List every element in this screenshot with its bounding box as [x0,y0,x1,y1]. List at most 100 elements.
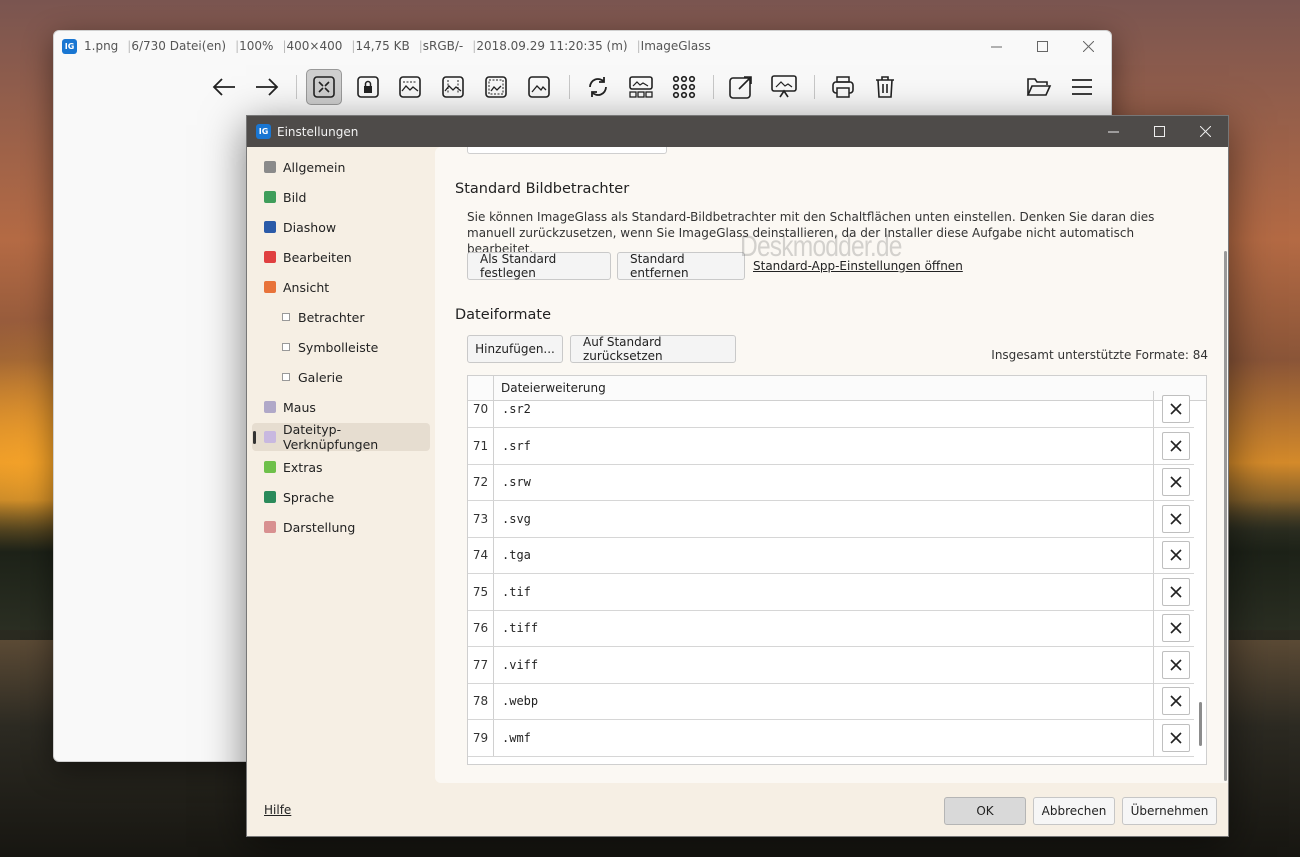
extension-cell[interactable]: .wmf [494,719,1154,756]
sidebar-item[interactable]: Betrachter [252,303,430,331]
lock-zoom-icon [357,76,379,98]
extension-cell[interactable]: .tga [494,537,1154,573]
remove-extension-button[interactable] [1162,723,1190,752]
palette-icon [264,521,276,533]
sidebar-item[interactable]: Maus [252,393,430,421]
remove-extension-button[interactable] [1162,650,1190,679]
row-number: 76 [468,610,494,646]
close-icon [1170,695,1182,707]
lock-zoom-button[interactable] [350,69,386,105]
print-button[interactable] [825,69,861,105]
table-row[interactable]: 73 .svg [468,500,1196,538]
globe-icon [264,491,276,503]
rotate-button[interactable] [580,69,616,105]
sidebar-item[interactable]: Allgemein [252,153,430,181]
set-default-button[interactable]: Als Standard festlegen [467,252,611,280]
table-row[interactable]: 74 .tga [468,537,1196,574]
app-name: ImageGlass [640,39,711,53]
sidebar-item-label: Sprache [283,489,335,505]
add-format-button[interactable]: Hinzufügen... [467,335,563,363]
settings-close-button[interactable] [1182,116,1228,147]
sidebar-item[interactable]: Darstellung [252,513,430,541]
sidebar-item[interactable]: Diashow [252,213,430,241]
extension-cell[interactable]: .viff [494,646,1154,683]
previous-image-button[interactable] [206,69,242,105]
ok-button[interactable]: OK [944,797,1026,825]
image-dimensions: 400×400 [286,39,343,53]
extension-cell[interactable]: .tiff [494,610,1154,646]
main-toolbar [54,67,1111,107]
remove-extension-button[interactable] [1162,468,1190,496]
file-name: 1.png [84,39,119,53]
table-row[interactable]: 72 .srw [468,464,1196,501]
sidebar-item[interactable]: Sprache [252,483,430,511]
table-scrollbar[interactable] [1194,401,1206,764]
close-icon [1170,622,1182,634]
sidebar-item[interactable]: Extras [252,453,430,481]
table-row[interactable]: 71 .srf [468,427,1196,465]
slideshow-button[interactable] [766,69,802,105]
fullscreen-button[interactable] [723,69,759,105]
row-number: 75 [468,573,494,610]
extension-cell[interactable]: .srf [494,427,1154,464]
table-row[interactable]: 77 .viff [468,646,1196,684]
table-row[interactable]: 70 .sr2 [468,391,1196,428]
remove-default-button[interactable]: Standard entfernen [617,252,745,280]
extension-cell[interactable]: .svg [494,500,1154,537]
sidebar-item[interactable]: Bearbeiten [252,243,430,271]
thumbnail-grid-button[interactable] [666,69,702,105]
file-icon [264,431,276,443]
scrollbar-thumb[interactable] [1199,702,1202,746]
remove-extension-button[interactable] [1162,577,1190,606]
table-row[interactable]: 78 .webp [468,683,1196,720]
apply-button[interactable]: Übernehmen [1122,797,1217,825]
sidebar-item-label: Bearbeiten [283,249,352,265]
settings-minimize-button[interactable] [1090,116,1136,147]
remove-extension-button[interactable] [1162,504,1190,533]
table-row[interactable]: 79 .wmf [468,719,1196,757]
cancel-button[interactable]: Abbrechen [1033,797,1115,825]
sidebar-item[interactable]: Dateityp-Verknüpfungen [252,422,430,452]
minimize-icon [990,46,1002,47]
delete-button[interactable] [867,69,903,105]
remove-extension-button[interactable] [1162,431,1190,460]
auto-zoom-button[interactable] [306,69,342,105]
open-file-button[interactable] [1021,69,1057,105]
maximize-button[interactable] [1019,31,1065,61]
actual-size-button[interactable] [521,69,557,105]
remove-extension-button[interactable] [1162,395,1190,423]
extension-cell[interactable]: .tif [494,573,1154,610]
close-icon [1170,403,1182,415]
layout-icon [264,281,276,293]
extension-cell[interactable]: .sr2 [494,391,1154,427]
table-row[interactable]: 75 .tif [468,573,1196,611]
settings-maximize-button[interactable] [1136,116,1182,147]
sidebar-item[interactable]: Ansicht [252,273,430,301]
close-icon [1170,512,1182,525]
gallery-button[interactable] [623,69,659,105]
remove-extension-button[interactable] [1162,614,1190,642]
main-menu-button[interactable] [1064,69,1100,105]
grid-dots-icon [672,75,696,99]
scale-width-button[interactable] [392,69,428,105]
extension-cell[interactable]: .srw [494,464,1154,500]
reset-formats-button[interactable]: Auf Standard zurücksetzen [570,335,736,363]
next-image-button[interactable] [249,69,285,105]
imageglass-app-icon: IG [256,124,271,139]
extension-cell[interactable]: .webp [494,683,1154,719]
remove-extension-button[interactable] [1162,541,1190,569]
bullet-square-icon [282,313,290,321]
close-button[interactable] [1065,31,1111,61]
row-number: 74 [468,537,494,573]
remove-extension-button[interactable] [1162,687,1190,715]
table-row[interactable]: 76 .tiff [468,610,1196,647]
content-scrollbar[interactable] [1224,251,1227,781]
sidebar-item[interactable]: Symbolleiste [252,333,430,361]
sidebar-item[interactable]: Bild [252,183,430,211]
scale-height-button[interactable] [435,69,471,105]
file-index: 6/730 Datei(en) [131,39,227,53]
minimize-button[interactable] [973,31,1019,61]
scale-to-fill-button[interactable] [478,69,514,105]
sidebar-item[interactable]: Galerie [252,363,430,391]
help-link[interactable]: Hilfe [264,803,291,817]
